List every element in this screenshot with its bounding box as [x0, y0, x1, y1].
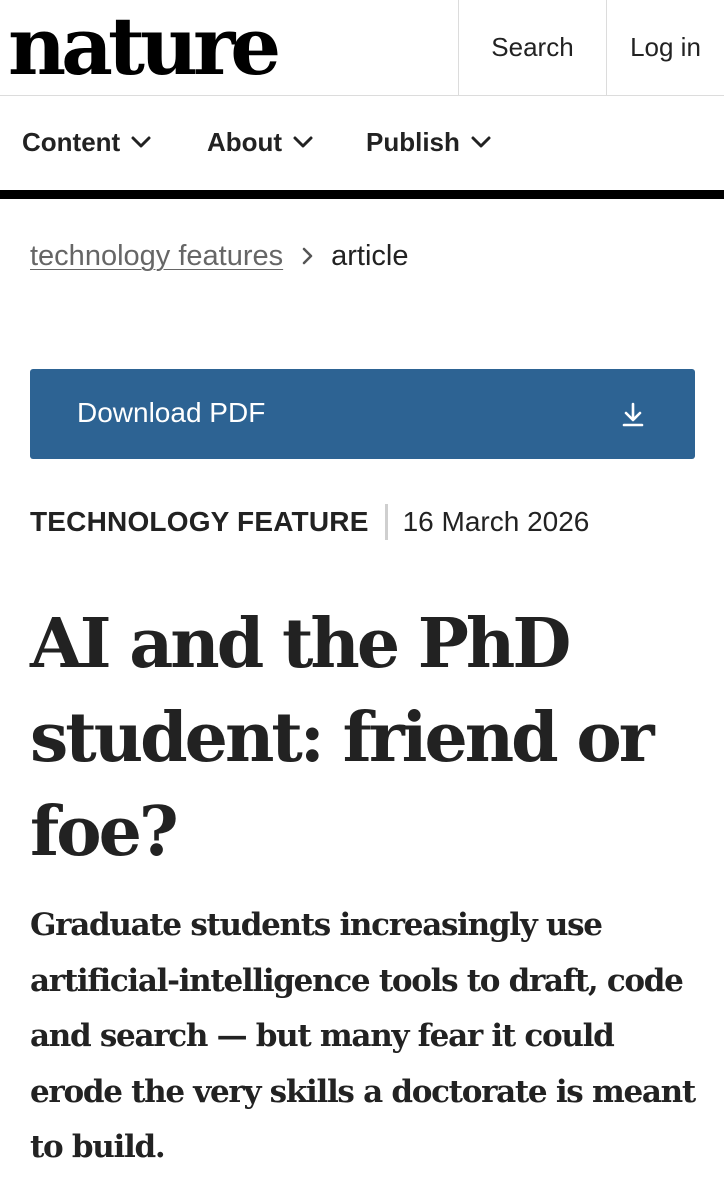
nature-logo[interactable]: nature	[8, 2, 281, 90]
article-title: AI and the PhD student: friend or foe?	[30, 604, 655, 872]
nav-item-label: About	[207, 126, 283, 157]
article-standfirst: Graduate students increasingly use artif…	[30, 907, 696, 1165]
chevron-down-icon	[131, 136, 151, 148]
download-icon	[622, 402, 644, 427]
nav-item-label: Content	[22, 126, 121, 157]
article-meta: TECHNOLOGY FEATURE 16 March 2026	[30, 503, 589, 541]
breadcrumb: technology features article	[30, 236, 408, 276]
chevron-right-icon	[301, 246, 315, 266]
download-pdf-button[interactable]: Download PDF	[30, 369, 695, 459]
nav-item-about[interactable]: About	[207, 124, 314, 160]
site-header: nature Search Log in	[0, 0, 724, 96]
nav-item-content[interactable]: Content	[22, 124, 152, 160]
search-button[interactable]: Search	[458, 0, 606, 95]
login-button[interactable]: Log in	[606, 0, 724, 95]
download-pdf-label: Download PDF	[77, 397, 266, 428]
main-nav: Content About Publish	[0, 96, 724, 188]
breadcrumb-link-technology-features[interactable]: technology features	[30, 240, 283, 273]
meta-divider	[384, 504, 388, 540]
breadcrumb-current: article	[331, 239, 409, 272]
chevron-down-icon	[471, 136, 491, 148]
nav-item-label: Publish	[366, 126, 460, 157]
chevron-down-icon	[293, 136, 313, 148]
article-type: TECHNOLOGY FEATURE	[30, 506, 369, 537]
nav-item-publish[interactable]: Publish	[366, 124, 492, 160]
article-date: 16 March 2026	[402, 506, 590, 537]
header-divider	[0, 190, 724, 199]
